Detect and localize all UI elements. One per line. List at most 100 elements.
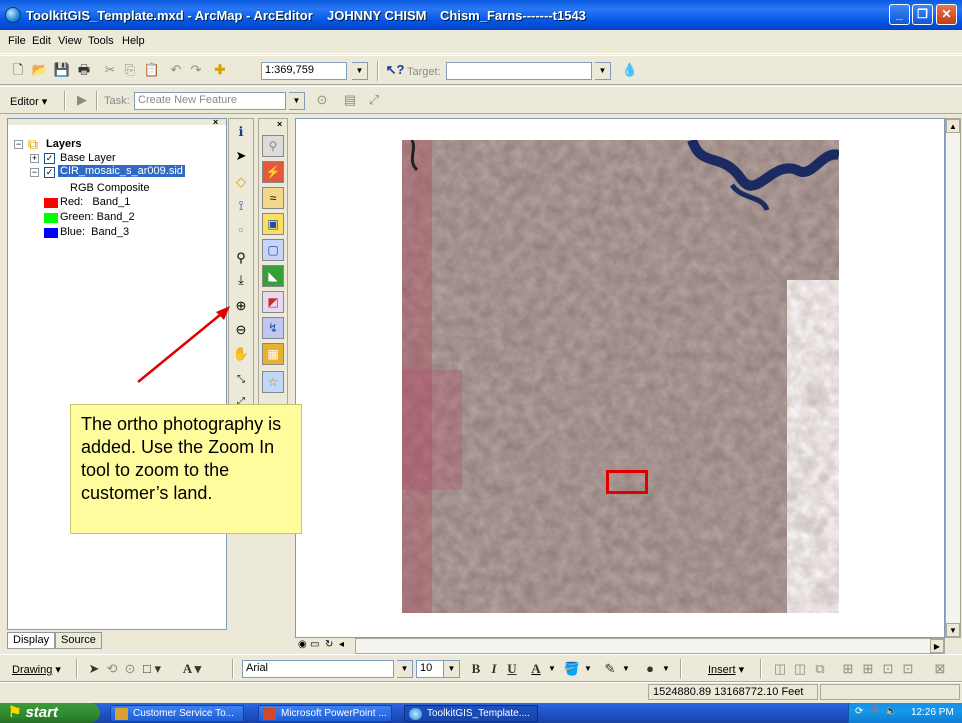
add-data-icon[interactable]: ✚: [210, 60, 230, 80]
refresh-icon[interactable]: ↻: [325, 639, 333, 650]
identify-icon[interactable]: ℹ: [230, 121, 252, 143]
marker-color-dropdown-icon[interactable]: ▼: [662, 664, 670, 673]
expand-icon[interactable]: +: [30, 154, 39, 163]
line-color-dropdown-icon[interactable]: ▼: [622, 664, 630, 673]
go-to-xy-icon[interactable]: ⤓: [230, 269, 252, 291]
distribute-icon[interactable]: ⊞: [858, 659, 878, 679]
task-dropdown-icon[interactable]: ▼: [289, 92, 305, 110]
network-icon[interactable]: ⟳: [855, 706, 863, 717]
minimize-button[interactable]: _: [889, 4, 910, 25]
palette-close-icon[interactable]: ×: [277, 119, 282, 129]
underline-button[interactable]: U: [502, 659, 522, 679]
security-shield-icon[interactable]: ⛨: [871, 706, 879, 717]
map-scale-combo[interactable]: 1:369,759: [261, 62, 347, 80]
route-icon[interactable]: ↯: [262, 317, 284, 339]
layer-cir-mosaic[interactable]: CIR_mosaic_s_ar009.sid: [58, 165, 185, 177]
volume-icon[interactable]: 🔈: [885, 706, 897, 717]
select-pointer-icon[interactable]: ➤: [84, 659, 104, 679]
collapse-icon[interactable]: −: [30, 168, 39, 177]
favorites-star-icon[interactable]: ☆: [262, 371, 284, 393]
map-tips-icon[interactable]: ◩: [262, 291, 284, 313]
cut-icon[interactable]: ✂: [100, 60, 120, 80]
zoom-whole-page-icon[interactable]: ⊙: [120, 659, 140, 679]
map-vertical-scrollbar[interactable]: ▲ ▼: [945, 118, 961, 638]
copy-icon[interactable]: ⎘: [120, 60, 140, 80]
editor-toolbar-toggle-icon[interactable]: 💧: [620, 60, 640, 80]
hyperlink-icon[interactable]: ⚡: [262, 161, 284, 183]
tab-display[interactable]: Display: [7, 632, 56, 649]
align-icon[interactable]: ⊞: [838, 659, 858, 679]
toc-grip[interactable]: [8, 119, 226, 125]
pause-drawing-icon[interactable]: ◂: [339, 639, 344, 650]
rotate-flip-icon[interactable]: ⊡: [878, 659, 898, 679]
new-document-icon[interactable]: 🗋: [8, 60, 28, 80]
insert-menu-button[interactable]: Insert ▾: [708, 663, 744, 676]
menu-view[interactable]: View: [58, 35, 82, 47]
edit-vertices-icon[interactable]: ⊠: [930, 659, 950, 679]
map-horizontal-scrollbar[interactable]: ▶: [355, 638, 945, 654]
open-folder-icon[interactable]: 📂: [30, 60, 50, 80]
swipe-layer-icon[interactable]: ▣: [262, 213, 284, 235]
magnifier-icon[interactable]: ⚲: [262, 135, 284, 157]
layer-visibility-checkbox[interactable]: ✓: [44, 167, 55, 178]
find-icon[interactable]: ⚲: [230, 247, 252, 269]
whats-this-help-icon[interactable]: ↖?: [385, 60, 405, 80]
bring-to-front-icon[interactable]: ◫: [770, 659, 790, 679]
bold-button[interactable]: B: [466, 659, 486, 679]
select-elements-icon[interactable]: ➤: [230, 145, 252, 167]
menu-edit[interactable]: Edit: [32, 35, 51, 47]
restore-button[interactable]: ❐: [912, 4, 933, 25]
editor-menu-button[interactable]: Editor ▾: [10, 95, 47, 108]
line-color-icon[interactable]: ✎: [600, 659, 620, 679]
size-dropdown-icon[interactable]: ▼: [444, 660, 460, 678]
font-dropdown-icon[interactable]: ▼: [397, 660, 413, 678]
collapse-icon[interactable]: −: [14, 140, 23, 149]
edit-vertex-icon[interactable]: ⟟: [230, 195, 252, 217]
toc-close-icon[interactable]: ×: [213, 117, 218, 127]
save-icon[interactable]: 💾: [52, 60, 72, 80]
print-icon[interactable]: 🖶: [74, 60, 94, 80]
redo-icon[interactable]: ↷: [186, 60, 206, 80]
sketch-properties-icon[interactable]: ⤢: [364, 90, 384, 110]
layer-visibility-checkbox[interactable]: ✓: [44, 153, 55, 164]
table-icon[interactable]: ▦: [262, 343, 284, 365]
clock[interactable]: 12:26 PM: [911, 707, 954, 718]
fill-color-dropdown-icon[interactable]: ▼: [584, 664, 592, 673]
rotate-icon[interactable]: ⟲: [102, 659, 122, 679]
marker-color-icon[interactable]: ●: [640, 659, 660, 679]
drawing-menu-button[interactable]: Drawing ▾: [12, 663, 61, 676]
new-rectangle-icon[interactable]: □ ▾: [142, 659, 162, 679]
scroll-down-arrow-icon[interactable]: ▼: [946, 623, 960, 637]
menu-tools[interactable]: Tools: [88, 35, 114, 47]
target-layer-combo[interactable]: [446, 62, 592, 80]
close-button[interactable]: ✕: [936, 4, 957, 25]
measure-icon[interactable]: ≈: [262, 187, 284, 209]
layout-view-icon[interactable]: ▭: [310, 639, 319, 650]
menu-help[interactable]: Help: [122, 35, 145, 47]
scroll-up-arrow-icon[interactable]: ▲: [946, 119, 960, 133]
sketch-tool-icon[interactable]: ⊙: [312, 90, 332, 110]
full-extent-icon[interactable]: ▢: [262, 239, 284, 261]
target-dropdown-icon[interactable]: ▼: [595, 62, 611, 80]
send-to-back-icon[interactable]: ◫: [790, 659, 810, 679]
font-combo[interactable]: Arial: [242, 660, 394, 678]
italic-button[interactable]: I: [484, 659, 504, 679]
layer-base-layer[interactable]: Base Layer: [60, 152, 116, 164]
new-text-icon[interactable]: A ▾: [182, 659, 202, 679]
scroll-right-arrow-icon[interactable]: ▶: [930, 639, 944, 653]
font-color-dropdown-icon[interactable]: ▼: [548, 664, 556, 673]
taskbar-item-customer-service[interactable]: Customer Service To...: [110, 705, 244, 722]
attributes-icon[interactable]: ▤: [340, 90, 360, 110]
scale-dropdown-icon[interactable]: ▼: [352, 62, 368, 80]
start-button[interactable]: ⚑ start: [0, 703, 100, 723]
tab-source[interactable]: Source: [55, 632, 102, 649]
taskbar-item-arcmap[interactable]: ToolkitGIS_Template....: [404, 705, 538, 722]
georeference-icon[interactable]: ◣: [262, 265, 284, 287]
toc-root-layers[interactable]: Layers: [46, 138, 81, 150]
menu-file[interactable]: File: [8, 35, 26, 47]
select-features-icon[interactable]: ◇: [230, 171, 252, 193]
font-color-button[interactable]: A: [526, 659, 546, 679]
taskbar-item-powerpoint[interactable]: Microsoft PowerPoint ...: [258, 705, 392, 722]
font-size-combo[interactable]: 10: [416, 660, 444, 678]
undo-icon[interactable]: ↶: [166, 60, 186, 80]
